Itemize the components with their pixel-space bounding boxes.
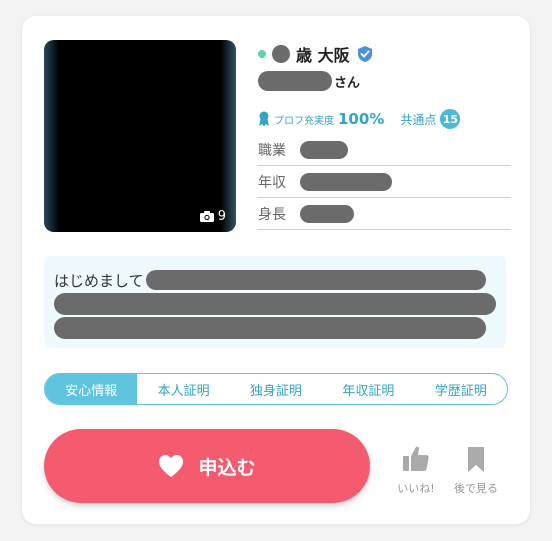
profile-card[interactable]: 9 歳 大阪 さん プロフ充実度 100% 共通点 15 職業 年収 身長 はじ… — [22, 16, 530, 524]
save-later-label: 後で見る — [454, 482, 498, 495]
save-later-button[interactable]: 後で見る — [448, 444, 504, 496]
thumbs-up-icon — [403, 446, 429, 471]
intro-text: はじめまして — [54, 271, 144, 290]
attribute-label: 身長 — [258, 206, 286, 223]
apply-button[interactable]: 申込む — [44, 429, 370, 503]
apply-label: 申込む — [198, 456, 256, 479]
photo-count-value: 9 — [217, 209, 226, 224]
attribute-value-redacted — [300, 140, 348, 159]
photo-count: 9 — [199, 209, 226, 224]
attribute-row-occupation: 職業 — [258, 134, 510, 166]
attribute-value-redacted — [300, 172, 392, 191]
camera-icon — [199, 211, 214, 222]
name-suffix: さん — [334, 75, 361, 91]
attribute-value-redacted — [300, 204, 354, 223]
attribute-row-height: 身長 — [258, 198, 510, 230]
self-introduction[interactable]: はじめまして — [44, 256, 506, 348]
like-label: いいね! — [397, 482, 435, 495]
like-button[interactable]: いいね! — [388, 444, 444, 496]
profile-info: 歳 大阪 さん プロフ充実度 100% 共通点 15 職業 年収 身長 — [258, 40, 510, 230]
intro-redacted — [54, 293, 496, 315]
tab-single-cert[interactable]: 独身証明 — [230, 374, 322, 404]
name-redacted — [258, 71, 332, 91]
ribbon-icon — [259, 111, 269, 127]
tab-identity-cert[interactable]: 本人証明 — [137, 374, 229, 404]
attribute-label: 年収 — [258, 174, 286, 191]
online-status-dot — [258, 50, 266, 58]
verified-badge-icon — [357, 46, 372, 62]
intro-redacted — [145, 270, 486, 290]
heart-icon — [159, 455, 184, 477]
tab-income-cert[interactable]: 年収証明 — [322, 374, 414, 404]
common-points-count[interactable]: 15 — [440, 109, 461, 129]
certification-tabs: 安心情報 本人証明 独身証明 年収証明 学歴証明 — [44, 373, 508, 405]
intro-redacted — [54, 317, 486, 339]
profile-photo[interactable]: 9 — [44, 40, 236, 232]
age-redacted — [272, 45, 290, 63]
attribute-row-income: 年収 — [258, 166, 510, 198]
completeness-label: プロフ充実度 — [274, 115, 334, 127]
tab-education-cert[interactable]: 学歴証明 — [415, 374, 507, 404]
completeness-value: 100% — [338, 110, 385, 128]
tab-safety-info[interactable]: 安心情報 — [45, 374, 138, 404]
attribute-label: 職業 — [258, 142, 286, 159]
age-location: 歳 大阪 — [296, 46, 350, 65]
common-points-label: 共通点 — [400, 112, 437, 127]
bookmark-icon — [468, 447, 484, 472]
